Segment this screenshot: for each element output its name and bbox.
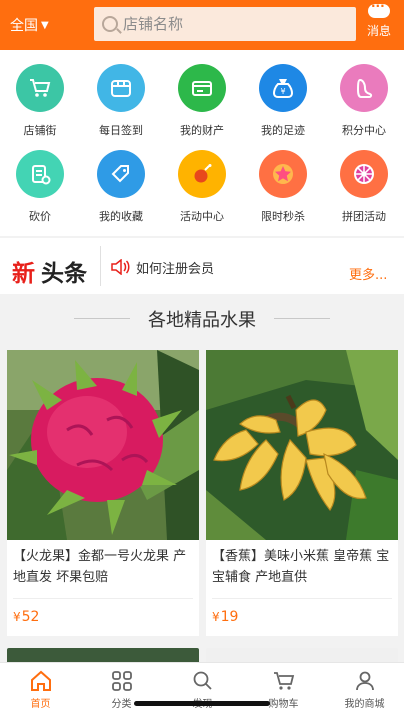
tab-label: 我的商城 [344, 699, 385, 710]
user-icon [355, 671, 374, 691]
news-headline[interactable]: 如何注册会员 [136, 258, 214, 277]
grid-item-group-buy[interactable]: 拼团活动 [324, 150, 404, 224]
footprint-icon [340, 64, 388, 112]
wallet-icon [178, 64, 226, 112]
cart-icon [273, 672, 294, 690]
grid-item-flash-sale[interactable]: 限时秒杀 [243, 150, 323, 224]
search-icon [193, 671, 212, 690]
function-grid: 店铺街 每日签到 我的财产 ¥ 我的足迹 积分中心 砍价 我的收藏 活动中心 限… [0, 50, 404, 236]
product-title[interactable]: 【火龙果】金都一号火龙果 产地直发 坏果包赔 [13, 546, 195, 588]
grid-item-label: 积分中心 [342, 124, 386, 137]
shopping-cart-icon [16, 64, 64, 112]
product-card[interactable]: 【香蕉】美味小米蕉 皇帝蕉 宝宝辅食 产地直供 ¥19 [206, 350, 398, 636]
grid-item-label: 我的财产 [180, 124, 224, 137]
money-bag-icon: ¥ [259, 64, 307, 112]
grid-item-label: 拼团活动 [342, 210, 386, 223]
tab-label: 首页 [30, 699, 51, 710]
product-image-dragon-fruit[interactable] [7, 350, 199, 540]
grid-item-favorites[interactable]: 我的收藏 [81, 150, 161, 224]
tab-label: 购物车 [268, 699, 299, 710]
search-input[interactable] [123, 15, 323, 33]
grid-item-label: 砍价 [29, 210, 51, 223]
grid-item-footprint[interactable]: ¥ 我的足迹 [243, 64, 323, 138]
product-card[interactable]: 【火龙果】金都一号火龙果 产地直发 坏果包赔 ¥52 [7, 350, 199, 636]
product-title[interactable]: 【香蕉】美味小米蕉 皇帝蕉 宝宝辅食 产地直供 [212, 546, 394, 588]
product-price: ¥52 [13, 609, 40, 625]
search-icon [102, 16, 118, 32]
grid-icon [111, 671, 132, 691]
grid-item-assets[interactable]: 我的财产 [162, 64, 242, 138]
grid-item-points[interactable]: 积分中心 [324, 64, 404, 138]
wheel-icon [340, 150, 388, 198]
grid-item-checkin[interactable]: 每日签到 [81, 64, 161, 138]
grid-item-bargain[interactable]: 砍价 [0, 150, 80, 224]
news-more-link[interactable]: 更多... [349, 264, 387, 283]
store-icon [97, 64, 145, 112]
chevron-down-icon: ▼ [41, 19, 49, 31]
speaker-icon [111, 259, 130, 275]
section-header: 各地精品水果 [0, 294, 404, 344]
grid-item-label: 我的收藏 [99, 210, 143, 223]
region-selector[interactable]: 全国 ▼ [10, 15, 49, 35]
region-label: 全国 [10, 18, 38, 34]
grid-item-shop-street[interactable]: 店铺街 [0, 64, 80, 138]
message-label: 消息 [366, 24, 391, 38]
grid-item-events[interactable]: 活动中心 [162, 150, 242, 224]
news-divider [100, 246, 101, 286]
grid-item-label: 店铺街 [23, 124, 57, 137]
tab-home[interactable]: 首页 [0, 669, 81, 710]
card-divider [13, 598, 193, 599]
grid-item-label: 每日签到 [99, 124, 143, 137]
search-bar[interactable] [94, 7, 356, 41]
chat-bubble-icon [368, 0, 390, 18]
grid-item-label: 限时秒杀 [261, 210, 305, 223]
tag-icon [97, 150, 145, 198]
news-logo-head: 头条 [41, 260, 87, 287]
grid-item-label: 活动中心 [180, 210, 224, 223]
product-price: ¥19 [212, 609, 239, 625]
home-icon [30, 670, 51, 691]
news-ticker[interactable]: 新 头条 如何注册会员 更多... [0, 238, 404, 294]
grid-item-label: 我的足迹 [261, 124, 305, 137]
section-title: 各地精品水果 [148, 310, 256, 331]
card-divider [212, 598, 392, 599]
home-indicator [134, 701, 270, 706]
tab-label: 分类 [111, 699, 132, 710]
section-line-right [274, 318, 330, 319]
svg-text:¥: ¥ [280, 87, 285, 96]
star-icon [259, 150, 307, 198]
bomb-icon [178, 150, 226, 198]
product-image-banana[interactable] [206, 350, 398, 540]
bottom-tab-bar: 首页 分类 发现 购物车 我的商城 [0, 662, 404, 716]
top-header: 全国 ▼ 消息 [0, 0, 404, 50]
message-button[interactable]: 消息 [362, 0, 396, 44]
bargain-icon [16, 150, 64, 198]
news-logo-new: 新 [12, 260, 35, 287]
tab-my-mall[interactable]: 我的商城 [324, 669, 404, 710]
